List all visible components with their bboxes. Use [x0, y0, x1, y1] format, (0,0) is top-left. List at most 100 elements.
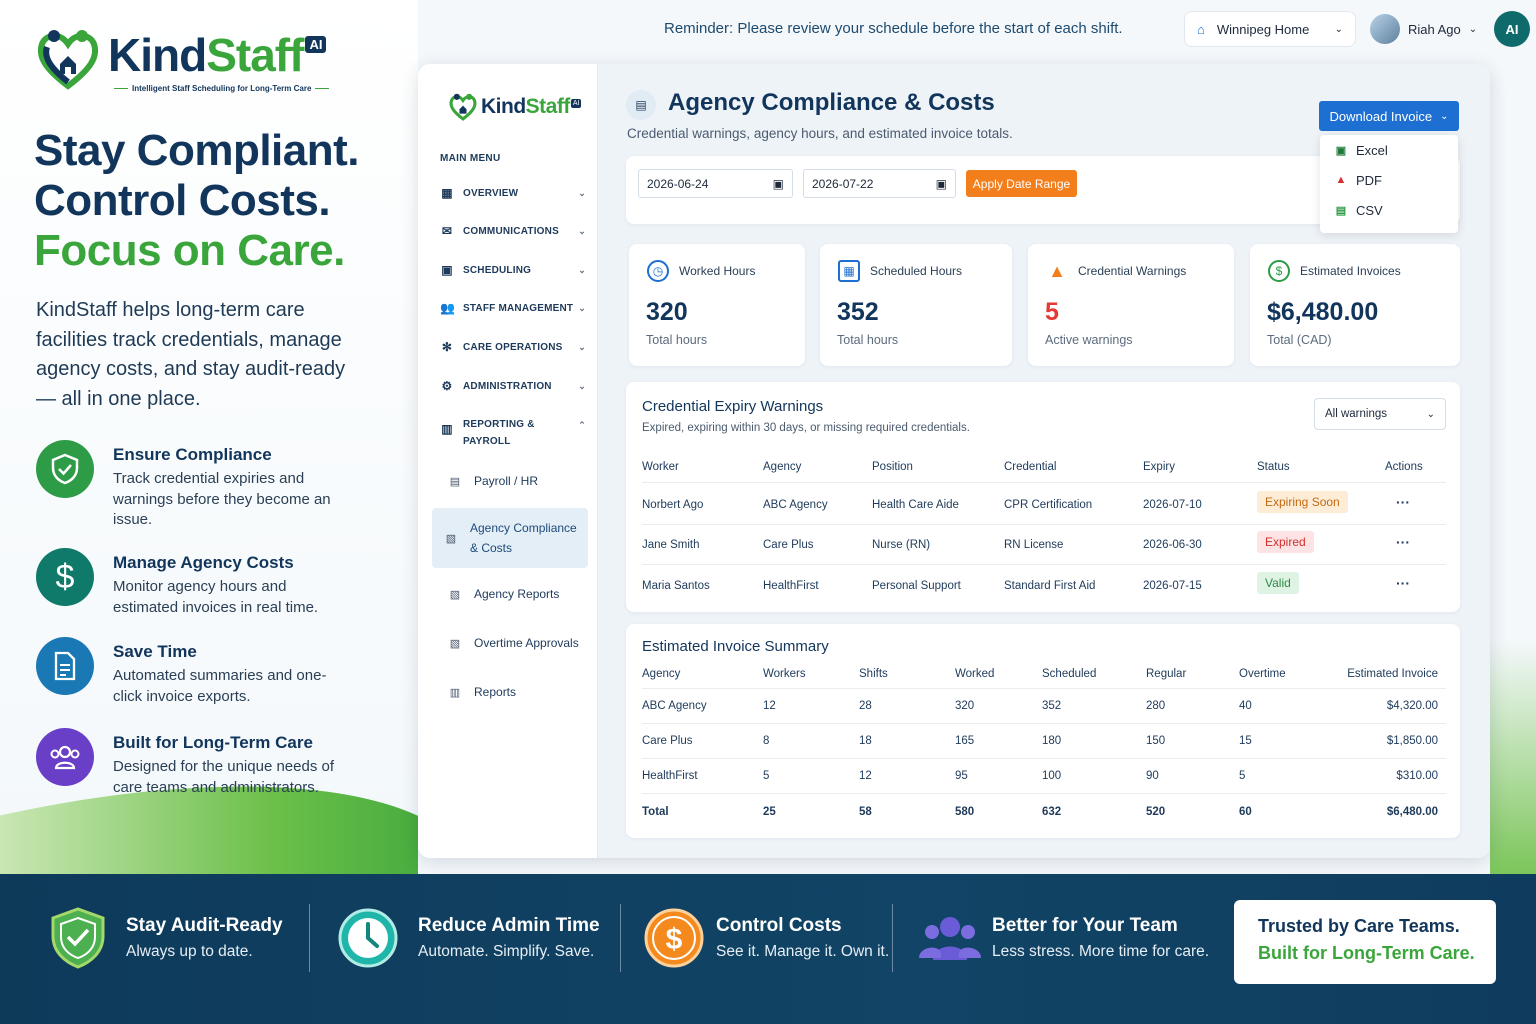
column-header: Credential [1004, 461, 1057, 473]
kpi-label: Worked Hours [679, 264, 756, 278]
sidebar-item-reporting-payroll[interactable]: ▥ REPORTING & PAYROLL ⌃ [440, 416, 586, 450]
table-cell: 180 [1042, 735, 1062, 747]
sidebar-item-label: REPORTING & PAYROLL [463, 419, 535, 447]
benefit-text: Less stress. More time for care. [992, 943, 1210, 960]
sidebar-item-staff-management[interactable]: 👥 STAFF MANAGEMENT ⌄ [440, 301, 586, 315]
ai-assistant-button[interactable]: AI [1494, 11, 1530, 47]
total-cell: 580 [955, 806, 975, 818]
kpi-caption: Total hours [837, 333, 899, 347]
table-cell: 15 [1239, 735, 1252, 747]
download-invoice-button[interactable]: Download Invoice ⌄ [1319, 101, 1459, 131]
section-title: Credential Expiry Warnings [642, 398, 824, 415]
divider [309, 904, 310, 972]
ai-badge: AI [570, 98, 582, 108]
cell-position: Nurse (RN) [872, 539, 931, 551]
sidebar-sub-label: Reports [474, 685, 517, 699]
option-label: Excel [1356, 142, 1388, 158]
chevron-down-icon: ⌄ [578, 341, 586, 352]
chevron-down-icon: ⌄ [1426, 408, 1435, 420]
table-cell: 12 [859, 770, 872, 782]
sidebar-item-label: ADMINISTRATION [463, 380, 552, 392]
table-cell: 165 [955, 735, 975, 747]
logo-heart-icon [34, 26, 102, 92]
sidebar-item-overview[interactable]: ▦ OVERVIEW ⌄ [440, 186, 586, 200]
warnings-filter-select[interactable]: All warnings ⌄ [1314, 398, 1446, 430]
apply-date-range-button[interactable]: Apply Date Range [966, 170, 1077, 197]
table-cell: 150 [1146, 735, 1166, 747]
download-option-excel[interactable]: ▣ Excel [1320, 135, 1458, 165]
brand-name-a: Kind [481, 95, 526, 118]
cell-expiry: 2026-07-15 [1143, 580, 1202, 592]
filter-value: All warnings [1325, 408, 1387, 420]
sidebar-item-administration[interactable]: ⚙ ADMINISTRATION ⌄ [440, 379, 586, 393]
sidebar-sub-payroll-hr[interactable]: ▤ Payroll / HR [448, 474, 538, 488]
feature-compliance: Ensure Compliance Track credential expiri… [36, 440, 343, 531]
column-header: Worker [642, 461, 679, 473]
column-header: Agency [763, 461, 802, 473]
sidebar-item-scheduling[interactable]: ▣ SCHEDULING ⌄ [440, 263, 586, 277]
feature-text: Monitor agency hours and estimated invoi… [113, 578, 319, 616]
table-cell: 8 [763, 735, 770, 747]
cell-expiry: 2026-07-10 [1143, 499, 1202, 511]
column-header: Expiry [1143, 461, 1175, 473]
sidebar-item-label: STAFF MANAGEMENT [463, 302, 574, 314]
sidebar-sub-label: Payroll / HR [474, 474, 539, 488]
more-actions-icon[interactable]: ··· [1396, 494, 1410, 510]
more-actions-icon[interactable]: ··· [1396, 575, 1410, 591]
table-cell: 18 [859, 735, 872, 747]
sidebar-item-label: COMMUNICATIONS [463, 225, 559, 237]
brand-logo: KindStaff AI [34, 26, 327, 92]
app-window: KindStaff AI MAIN MENU ▦ OVERVIEW ⌄ ✉ COMMU… [418, 64, 1490, 858]
user-menu[interactable]: Riah Ago ⌄ [1370, 12, 1477, 46]
more-actions-icon[interactable]: ··· [1396, 534, 1410, 550]
benefit-text: Always up to date. [126, 943, 253, 960]
divider [620, 904, 621, 972]
column-header: Scheduled [1042, 668, 1097, 680]
team-icon [36, 728, 94, 786]
section-title: Estimated Invoice Summary [642, 638, 829, 655]
chevron-down-icon: ⌄ [1468, 23, 1478, 35]
sidebar-logo[interactable]: KindStaff AI [448, 92, 582, 122]
cell-agency: HealthFirst [763, 580, 819, 592]
divider [642, 793, 1446, 794]
cell-agency: Care Plus [763, 539, 814, 551]
total-cell: 58 [859, 806, 872, 818]
table-cell: 28 [859, 700, 872, 712]
feature-save-time: Save Time Automated summaries and one-cli… [36, 637, 343, 707]
dollar-icon: $ [36, 548, 94, 606]
sidebar-sub-agency-compliance[interactable]: ▧ Agency Compliance & Costs [432, 508, 588, 568]
divider [642, 482, 1446, 483]
excel-icon: ▣ [1335, 144, 1347, 157]
shift-reminder: Reminder: Please review your schedule be… [664, 20, 1123, 37]
chevron-down-icon: ⌄ [578, 225, 586, 236]
feature-text: Designed for the unique needs of care te… [113, 758, 334, 796]
feature-title: Built for Long-Term Care [113, 733, 313, 752]
gear-icon: ⚙ [441, 379, 453, 393]
approval-icon: ▧ [449, 637, 461, 650]
sidebar-sub-overtime-approvals[interactable]: ▧ Overtime Approvals [448, 636, 579, 650]
date-to-input[interactable]: 2026-07-22 ▣ [803, 169, 956, 198]
kpi-value: 320 [646, 298, 688, 326]
sidebar-sub-label: Overtime Approvals [474, 636, 579, 650]
svg-text:$: $ [666, 923, 683, 956]
download-option-pdf[interactable]: ▲ PDF [1320, 165, 1458, 195]
chevron-down-icon: ⌄ [578, 264, 586, 275]
date-to-value: 2026-07-22 [812, 176, 874, 191]
chevron-down-icon: ⌄ [578, 187, 586, 198]
location-selector[interactable]: ⌂ Winnipeg Home ⌄ [1184, 11, 1356, 47]
shield-icon [46, 906, 110, 970]
date-from-input[interactable]: 2026-06-24 ▣ [638, 169, 793, 198]
feature-text: Track credential expiries and warnings b… [113, 470, 331, 528]
chevron-down-icon: ⌄ [1440, 110, 1449, 122]
location-pin-icon: ⌂ [1197, 21, 1205, 37]
download-option-csv[interactable]: ▤ CSV [1320, 195, 1458, 225]
sidebar-sub-reports[interactable]: ▥ Reports [448, 685, 516, 699]
sidebar-item-care-operations[interactable]: ✻ CARE OPERATIONS ⌄ [440, 340, 586, 354]
table-cell: 5 [763, 770, 770, 782]
sidebar-item-communications[interactable]: ✉ COMMUNICATIONS ⌄ [440, 224, 586, 238]
sidebar-sub-agency-reports[interactable]: ▧ Agency Reports [448, 587, 560, 601]
chevron-down-icon: ⌄ [578, 302, 586, 313]
feature-title: Ensure Compliance [113, 445, 272, 464]
feature-title: Save Time [113, 642, 197, 661]
feature-title: Manage Agency Costs [113, 553, 294, 572]
